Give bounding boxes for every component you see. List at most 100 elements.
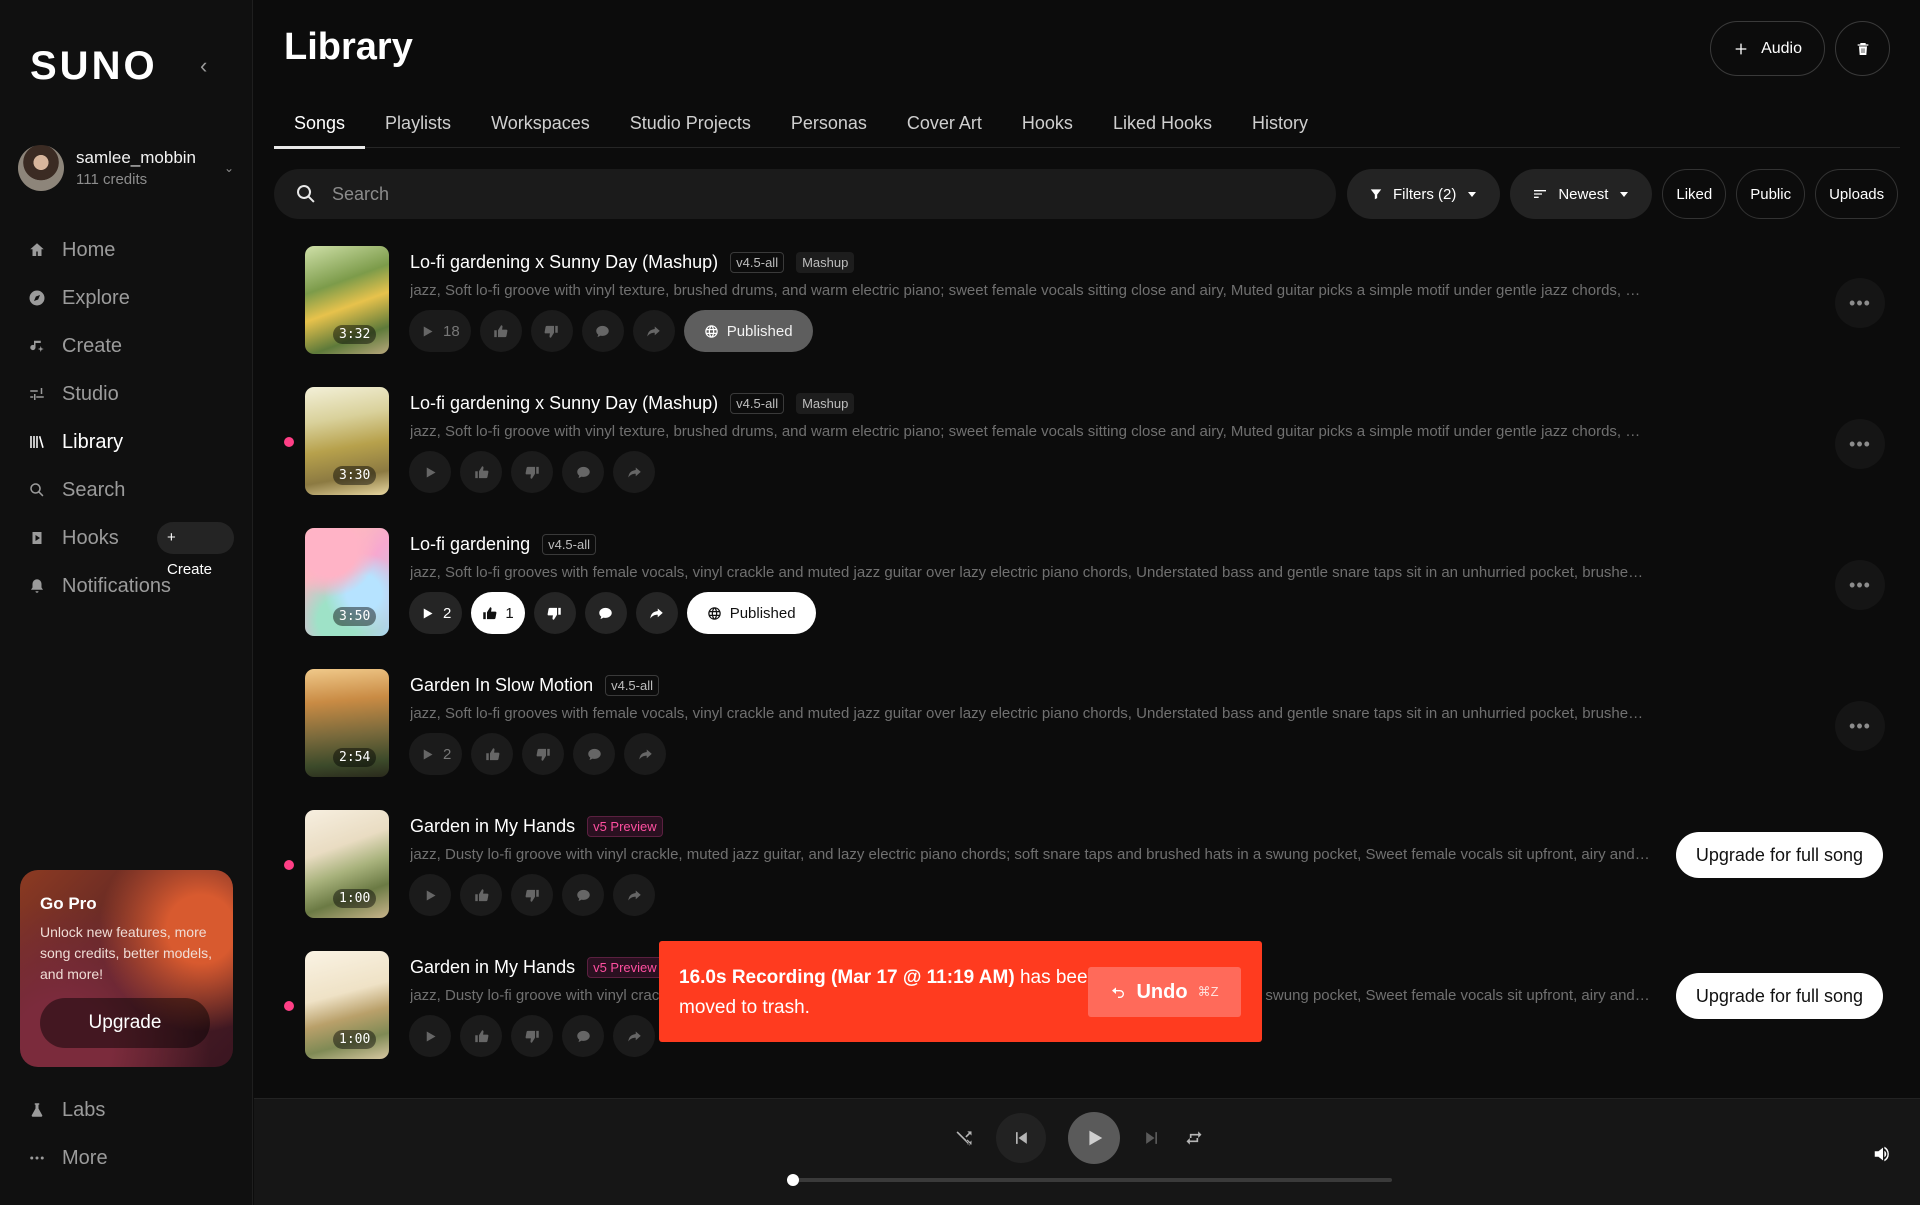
play-button[interactable]: 2: [409, 733, 463, 775]
dislike-button[interactable]: [522, 733, 565, 775]
sort-button[interactable]: Newest: [1510, 169, 1653, 219]
play-button[interactable]: 2: [409, 592, 463, 634]
tab-studio-projects[interactable]: Studio Projects: [610, 104, 771, 148]
tab-liked-hooks[interactable]: Liked Hooks: [1093, 104, 1232, 148]
comment-button[interactable]: [562, 1015, 604, 1057]
song-cover[interactable]: 2:54: [305, 669, 389, 777]
sidebar-bottom-nav: Labs More: [24, 1086, 234, 1182]
song-row[interactable]: 3:30 Lo-fi gardening x Sunny Day (Mashup…: [254, 377, 1920, 518]
filters-button[interactable]: Filters (2): [1347, 169, 1501, 219]
song-title[interactable]: Lo-fi gardening x Sunny Day (Mashup): [410, 393, 718, 414]
hooks-create-button[interactable]: + Create: [157, 522, 234, 578]
upgrade-full-song-button[interactable]: Upgrade for full song: [1675, 832, 1883, 878]
song-title[interactable]: Garden In Slow Motion: [410, 675, 593, 696]
undo-button[interactable]: Undo ⌘Z: [1088, 967, 1241, 1017]
progress-handle[interactable]: [787, 1174, 799, 1186]
upgrade-button[interactable]: Upgrade: [40, 998, 210, 1048]
share-button[interactable]: [613, 1015, 655, 1057]
shuffle-button[interactable]: [954, 1128, 974, 1148]
home-icon: [24, 239, 50, 261]
song-title[interactable]: Garden in My Hands: [410, 816, 575, 837]
dislike-button[interactable]: [511, 1015, 553, 1057]
like-button[interactable]: [460, 874, 502, 916]
repeat-button[interactable]: [1184, 1128, 1204, 1148]
play-button[interactable]: 18: [409, 310, 471, 352]
more-options-button[interactable]: •••: [1835, 278, 1885, 328]
compass-icon: [24, 287, 50, 309]
song-cover[interactable]: 3:50: [305, 528, 389, 636]
play-button[interactable]: [409, 1015, 451, 1057]
sidebar-item-notifications[interactable]: Notifications: [24, 562, 234, 610]
song-row[interactable]: 3:50 Lo-fi gardening v4.5-all jazz, Soft…: [254, 518, 1920, 659]
like-button[interactable]: [471, 733, 514, 775]
play-button[interactable]: [409, 874, 451, 916]
add-audio-button[interactable]: Audio: [1710, 21, 1825, 76]
play-pause-button[interactable]: [1068, 1112, 1120, 1164]
sidebar-item-search[interactable]: Search: [24, 466, 234, 514]
share-button[interactable]: [624, 733, 667, 775]
dislike-button[interactable]: [533, 592, 576, 634]
sidebar-item-explore[interactable]: Explore: [24, 274, 234, 322]
suno-logo[interactable]: SUNO: [30, 44, 158, 89]
play-button[interactable]: [409, 451, 451, 493]
tab-workspaces[interactable]: Workspaces: [471, 104, 610, 148]
comment-button[interactable]: [562, 451, 604, 493]
version-badge: v4.5-all: [542, 534, 597, 555]
tab-personas[interactable]: Personas: [771, 104, 887, 148]
tab-history[interactable]: History: [1232, 104, 1328, 148]
song-cover[interactable]: 1:00: [305, 951, 389, 1059]
public-filter-button[interactable]: Public: [1736, 169, 1806, 219]
song-title[interactable]: Lo-fi gardening: [410, 534, 530, 555]
song-title[interactable]: Garden in My Hands: [410, 957, 575, 978]
share-button[interactable]: [635, 592, 678, 634]
trash-button[interactable]: [1835, 21, 1890, 76]
sidebar-item-studio[interactable]: Studio: [24, 370, 234, 418]
uploads-filter-button[interactable]: Uploads: [1815, 169, 1899, 219]
more-options-button[interactable]: •••: [1835, 701, 1885, 751]
tab-songs[interactable]: Songs: [274, 104, 366, 149]
dislike-button[interactable]: [511, 451, 553, 493]
song-row[interactable]: 1:00 Garden in My Hands v5 Preview jazz,…: [254, 800, 1920, 941]
liked-filter-button[interactable]: Liked: [1662, 169, 1727, 219]
dislike-button[interactable]: [530, 310, 573, 352]
published-button[interactable]: Published: [686, 592, 816, 634]
user-menu[interactable]: samlee_mobbin 111 credits ⌄: [18, 144, 234, 192]
previous-button[interactable]: [996, 1113, 1046, 1163]
tab-playlists[interactable]: Playlists: [365, 104, 471, 148]
playback-progress-slider[interactable]: [787, 1174, 1392, 1186]
search-input[interactable]: [332, 183, 1232, 205]
more-options-button[interactable]: •••: [1835, 419, 1885, 469]
sidebar-item-labs[interactable]: Labs: [24, 1086, 234, 1134]
collapse-sidebar-icon[interactable]: ‹: [200, 54, 220, 78]
song-title[interactable]: Lo-fi gardening x Sunny Day (Mashup): [410, 252, 718, 273]
song-row[interactable]: 3:32 Lo-fi gardening x Sunny Day (Mashup…: [254, 236, 1920, 377]
tab-hooks[interactable]: Hooks: [1002, 104, 1093, 148]
next-button[interactable]: [1142, 1128, 1162, 1148]
comment-button[interactable]: [573, 733, 616, 775]
share-button[interactable]: [613, 451, 655, 493]
like-button[interactable]: [460, 1015, 502, 1057]
upgrade-full-song-button[interactable]: Upgrade for full song: [1675, 973, 1883, 1019]
song-row[interactable]: 2:54 Garden In Slow Motion v4.5-all jazz…: [254, 659, 1920, 800]
dislike-button[interactable]: [511, 874, 553, 916]
like-button[interactable]: [460, 451, 502, 493]
published-button[interactable]: Published: [683, 310, 813, 352]
share-button[interactable]: [632, 310, 675, 352]
song-cover[interactable]: 3:30: [305, 387, 389, 495]
sidebar-item-hooks[interactable]: Hooks + Create: [24, 514, 234, 578]
comment-button[interactable]: [584, 592, 627, 634]
sidebar-item-library[interactable]: Library: [24, 418, 234, 466]
song-cover[interactable]: 1:00: [305, 810, 389, 918]
share-button[interactable]: [613, 874, 655, 916]
sidebar-item-more[interactable]: More: [24, 1134, 234, 1182]
comment-button[interactable]: [562, 874, 604, 916]
comment-button[interactable]: [581, 310, 624, 352]
sidebar-item-home[interactable]: Home: [24, 226, 234, 274]
song-cover[interactable]: 3:32: [305, 246, 389, 354]
volume-button[interactable]: [1872, 1143, 1894, 1170]
like-button[interactable]: [479, 310, 522, 352]
tab-cover-art[interactable]: Cover Art: [887, 104, 1002, 148]
sidebar-item-create[interactable]: Create: [24, 322, 234, 370]
like-button[interactable]: 1: [471, 592, 525, 634]
more-options-button[interactable]: •••: [1835, 560, 1885, 610]
